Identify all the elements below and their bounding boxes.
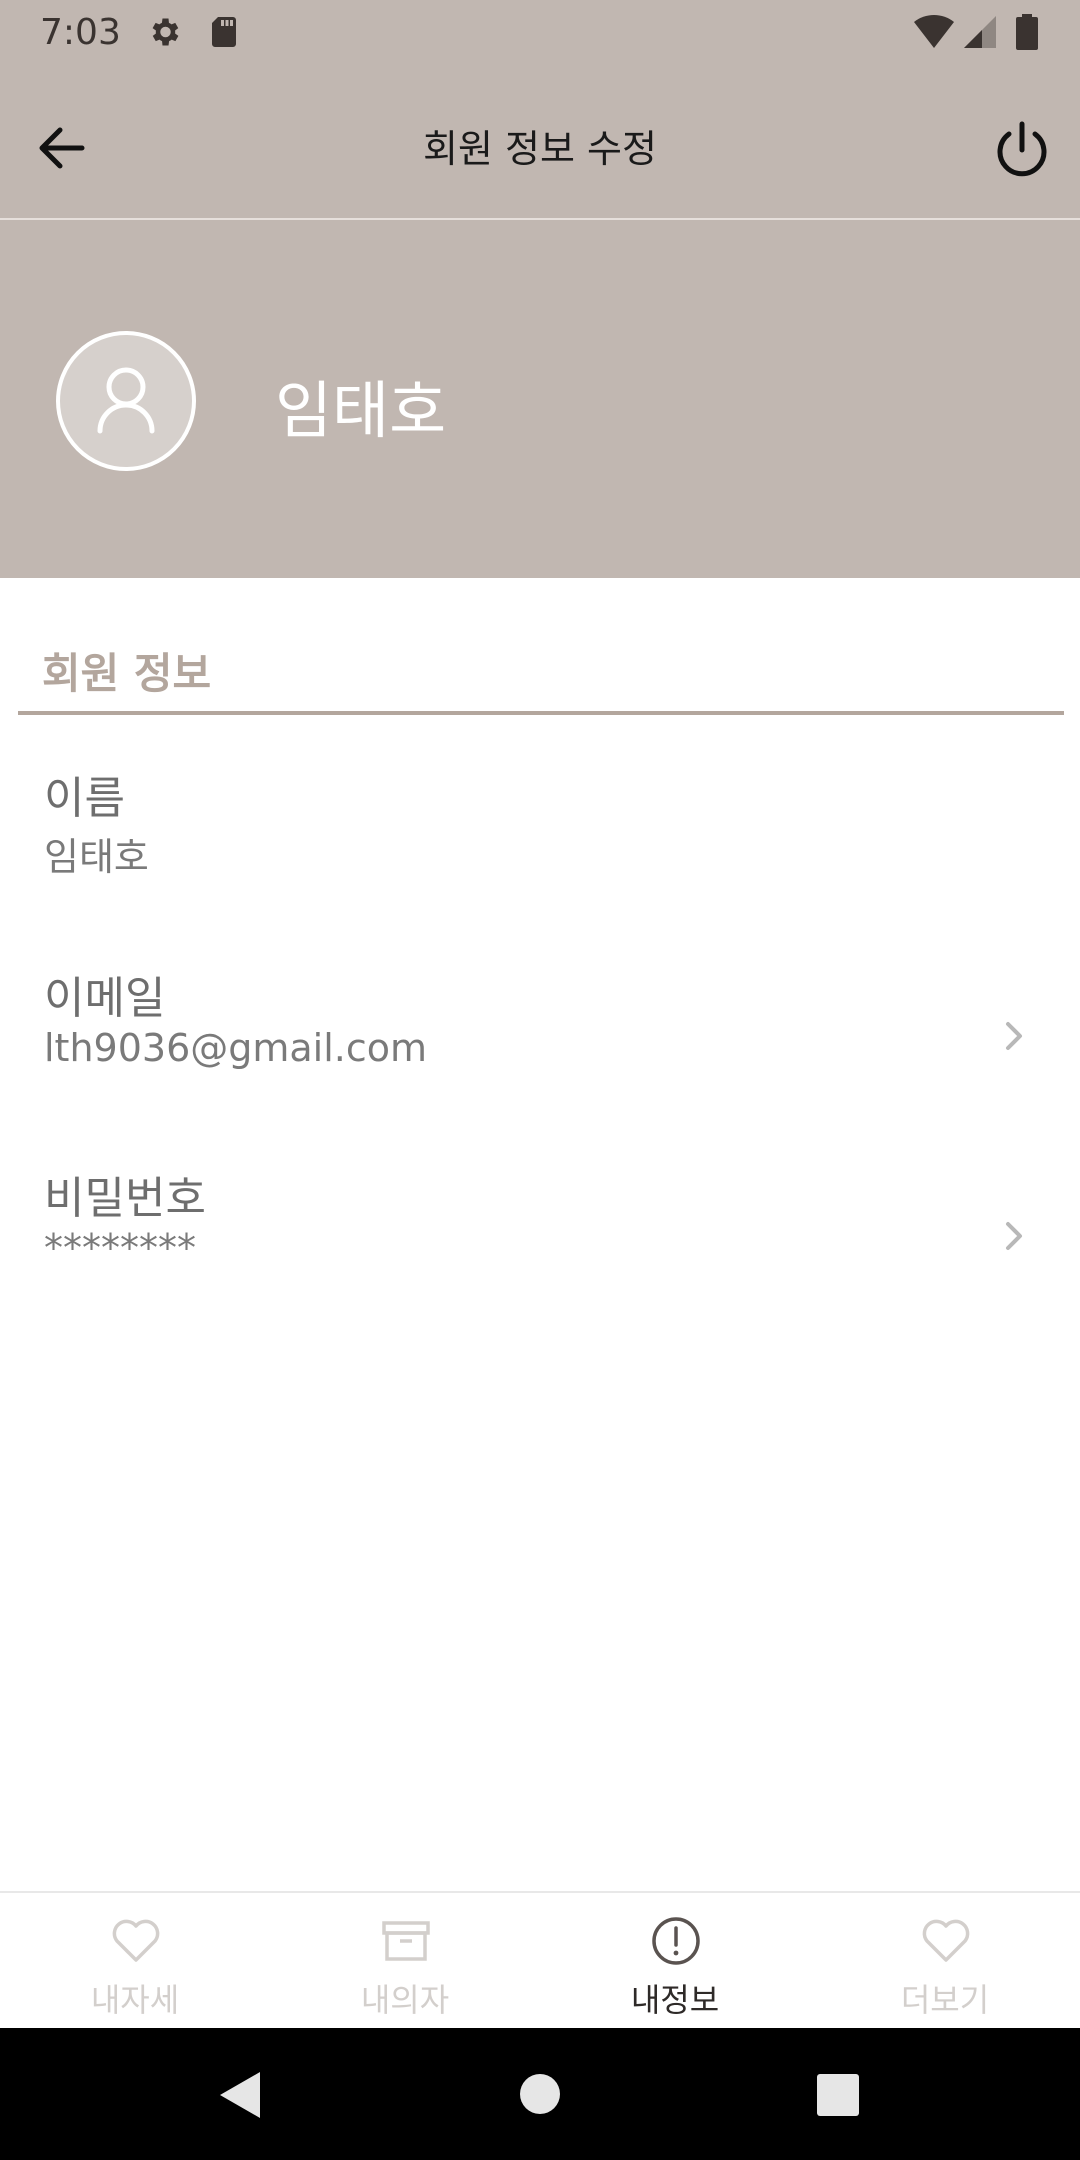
app-bar: 회원 정보 수정	[0, 66, 1080, 220]
nav-item-my-posture[interactable]: 내자세	[0, 1893, 270, 2030]
home-circle-icon[interactable]	[519, 2073, 561, 2115]
password-label: 비밀번호	[44, 1173, 206, 1224]
recents-square-icon[interactable]	[817, 2074, 859, 2116]
nav-item-my-chair[interactable]: 내의자	[270, 1893, 540, 2030]
logout-button[interactable]	[984, 112, 1060, 188]
profile-header: 임태호	[0, 220, 1080, 578]
chevron-right-icon	[1006, 1222, 1022, 1250]
heart-icon	[112, 1919, 160, 1962]
system-nav-bar	[0, 2028, 1080, 2160]
section-title: 회원 정보	[42, 649, 212, 698]
back-triangle-icon[interactable]	[216, 2070, 262, 2120]
archive-box-icon	[382, 1921, 430, 1961]
sd-card-icon	[208, 14, 240, 54]
nav-label: 내의자	[360, 1981, 450, 2019]
gear-icon	[146, 14, 182, 54]
nav-label: 더보기	[900, 1981, 990, 2019]
nav-item-more[interactable]: 더보기	[810, 1893, 1080, 2030]
battery-icon	[1016, 14, 1038, 54]
email-label: 이메일	[44, 973, 166, 1024]
power-icon	[997, 121, 1047, 177]
email-row[interactable]: 이메일 lth9036@gmail.com	[0, 962, 1080, 1152]
status-bar: 7:03	[0, 0, 1080, 66]
chevron-right-icon	[1006, 1022, 1022, 1050]
signal-icon	[962, 14, 998, 54]
page-title: 회원 정보 수정	[423, 127, 657, 171]
password-value: ********	[44, 1226, 196, 1270]
status-time: 7:03	[40, 12, 121, 53]
person-icon	[97, 367, 155, 434]
nav-label: 내자세	[90, 1981, 180, 2019]
name-row: 이름 임태호	[0, 762, 1080, 952]
section-divider	[18, 711, 1064, 715]
password-row[interactable]: 비밀번호 ********	[0, 1162, 1080, 1352]
avatar[interactable]	[56, 331, 196, 471]
name-value: 임태호	[44, 835, 149, 879]
email-value: lth9036@gmail.com	[44, 1026, 428, 1070]
heart-icon	[922, 1919, 970, 1962]
nav-label: 내정보	[630, 1981, 720, 2019]
wifi-icon	[912, 14, 956, 54]
nav-item-my-info[interactable]: 내정보	[540, 1893, 810, 2030]
bottom-nav: 내자세 내의자 내정보 더보기	[0, 1891, 1080, 2030]
info-circle-icon	[652, 1917, 700, 1965]
profile-name: 임태호	[275, 374, 447, 447]
name-label: 이름	[44, 773, 125, 824]
